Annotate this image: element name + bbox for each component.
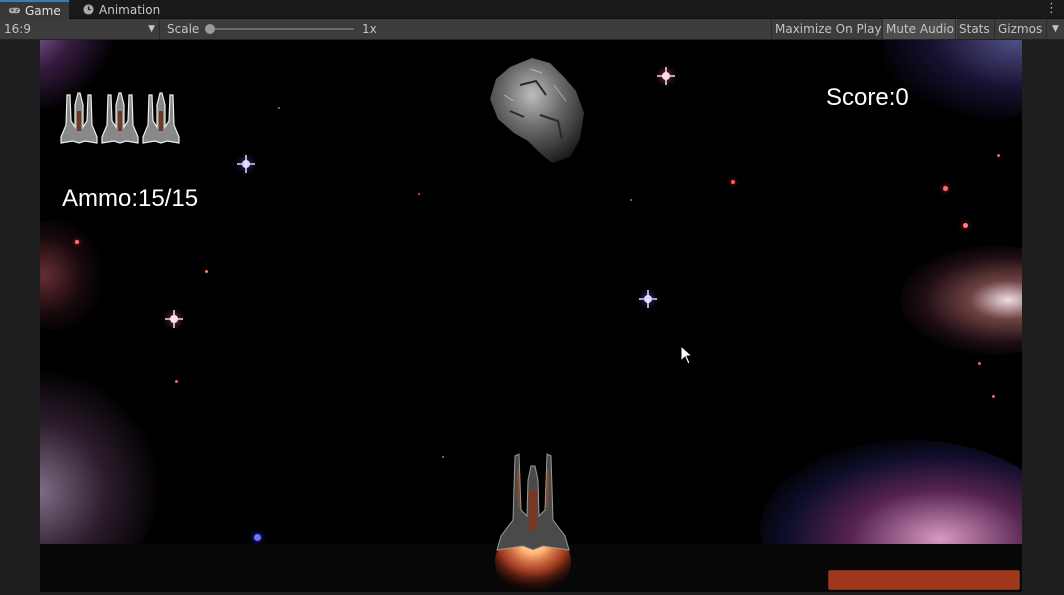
tab-game-label: Game — [25, 3, 61, 18]
ammo-counter: Ammo:15/15 — [62, 185, 199, 212]
gizmos-button[interactable]: Gizmos — [994, 19, 1045, 39]
star — [997, 154, 1000, 157]
scale-slider-track[interactable] — [208, 28, 354, 30]
more-menu-icon[interactable]: ⋮ — [1045, 2, 1058, 15]
galaxy-right — [900, 245, 1022, 355]
scale-slider-handle[interactable] — [205, 24, 215, 34]
asteroid — [490, 58, 584, 163]
star — [278, 107, 280, 109]
star — [963, 223, 968, 228]
game-viewport[interactable]: Ammo:15/15 Score:0 — [40, 40, 1022, 592]
tab-game[interactable]: Game — [0, 0, 69, 19]
mouse-cursor-icon — [680, 345, 694, 365]
clock-icon — [83, 4, 94, 15]
star — [731, 180, 735, 184]
score-counter: Score:0 — [826, 84, 909, 111]
chevron-down-icon: ▼ — [148, 24, 155, 34]
star — [943, 186, 948, 191]
stats-button[interactable]: Stats — [955, 19, 993, 39]
aspect-ratio-value: 16:9 — [4, 22, 31, 36]
life-ship-icon — [101, 92, 139, 144]
maximize-on-play-button[interactable]: Maximize On Play — [771, 19, 885, 39]
tab-animation-label: Animation — [99, 2, 161, 17]
aspect-ratio-dropdown[interactable]: 16:9 ▼ — [0, 19, 160, 39]
life-ship-icon — [142, 92, 180, 144]
star — [418, 193, 420, 195]
gizmos-dropdown-icon[interactable]: ▼ — [1046, 19, 1064, 39]
game-view-toolbar: 16:9 ▼ Scale 1x Maximize On Play Mute Au… — [0, 19, 1064, 40]
tab-animation[interactable]: Animation — [74, 0, 168, 19]
life-ship-icon — [60, 92, 98, 144]
star — [442, 456, 444, 458]
star — [992, 395, 995, 398]
nebula-left-mid — [40, 220, 110, 330]
scale-label: Scale — [167, 22, 200, 36]
star — [254, 534, 261, 541]
editor-tab-bar: Game Animation ⋮ — [0, 0, 1064, 19]
lives-indicator — [59, 91, 181, 145]
health-bar — [828, 570, 1020, 590]
star — [205, 270, 208, 273]
player-ship — [495, 453, 571, 592]
star — [630, 199, 632, 201]
star — [978, 362, 981, 365]
star — [175, 380, 178, 383]
scale-value: 1x — [362, 22, 377, 36]
star — [75, 240, 79, 244]
gamepad-icon — [8, 7, 21, 14]
mute-audio-button[interactable]: Mute Audio — [882, 19, 957, 39]
